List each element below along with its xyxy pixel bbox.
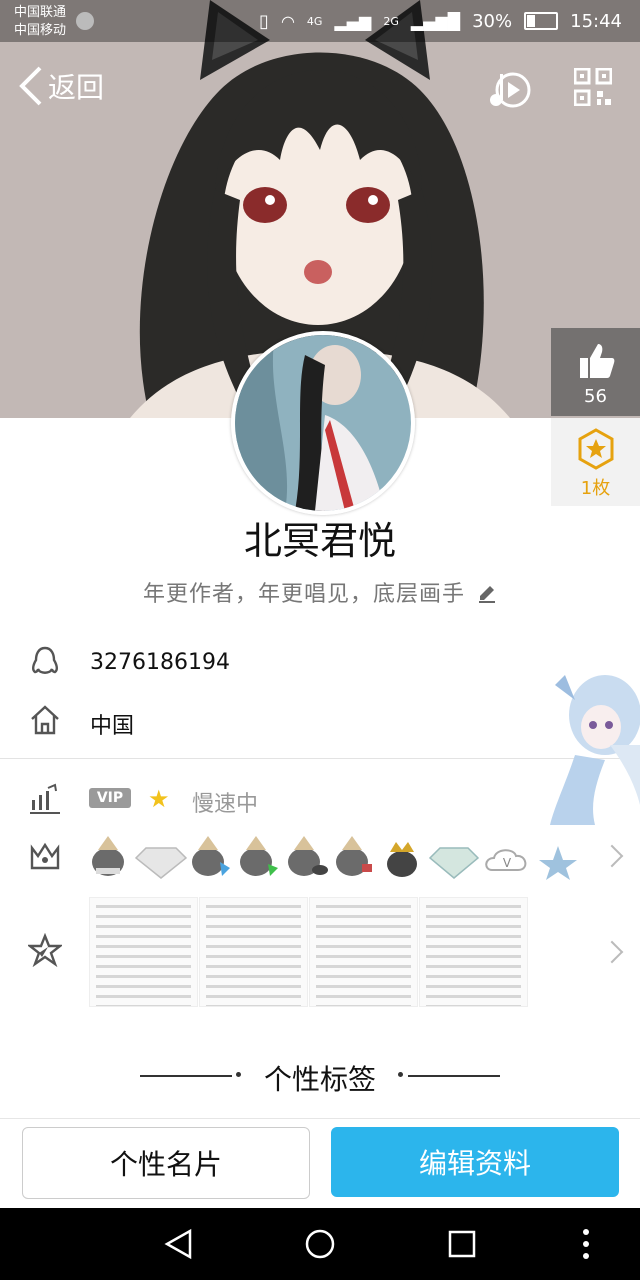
vibrate-icon: ▯ bbox=[259, 10, 269, 32]
signature[interactable]: 年更作者，年更唱见，底层画手 bbox=[0, 576, 640, 608]
qr-code-button[interactable] bbox=[573, 67, 613, 107]
location: 中国 bbox=[90, 714, 135, 739]
music-play-icon bbox=[490, 72, 531, 108]
nav-recents-icon bbox=[448, 1230, 476, 1258]
decorative-character bbox=[535, 655, 640, 825]
like-count: 56 bbox=[584, 386, 607, 407]
photo-thumbnail-3[interactable] bbox=[309, 897, 418, 1007]
status-right: ▯ ◠ 4G ▂▄▆ 2G ▂▄▆█ 30% 15:44 bbox=[259, 6, 622, 36]
wifi-icon: ◠ bbox=[280, 11, 295, 31]
star-badge-icon bbox=[578, 428, 613, 470]
star-outline-icon bbox=[26, 932, 64, 968]
qr-code-icon bbox=[573, 67, 613, 107]
photo-thumbnail-1[interactable] bbox=[89, 897, 198, 1007]
nickname: 北冥君悦 bbox=[243, 519, 396, 563]
vip-badge[interactable]: VIP bbox=[89, 788, 131, 808]
medal-chevron-icon[interactable] bbox=[600, 844, 624, 868]
photo-chevron-icon[interactable] bbox=[600, 940, 624, 964]
network-4g-label: 4G bbox=[306, 14, 323, 28]
nav-back-icon bbox=[164, 1228, 192, 1260]
clock: 15:44 bbox=[570, 10, 622, 32]
crown-icon bbox=[28, 840, 62, 874]
avatar-image bbox=[235, 335, 411, 511]
thumb-up-icon bbox=[579, 344, 614, 378]
penguin-icon bbox=[28, 645, 62, 679]
status-bar: 中国联通 中国移动 ▯ ◠ 4G ▂▄▆ 2G ▂▄▆█ 30% 15:44 bbox=[0, 0, 640, 42]
medal-wall[interactable]: V bbox=[88, 832, 588, 882]
medal-icons: V bbox=[92, 836, 577, 880]
qq-number: 3276186194 bbox=[90, 650, 230, 675]
profile-card-button[interactable]: 个性名片 bbox=[22, 1127, 310, 1199]
back-label: 返回 bbox=[48, 71, 105, 104]
star-icon: ★ bbox=[148, 785, 170, 813]
home-icon bbox=[28, 703, 62, 737]
battery-percent: 30% bbox=[472, 10, 513, 32]
vip-status: 慢速中 bbox=[192, 792, 259, 817]
battery-icon bbox=[524, 12, 559, 30]
system-nav-icons bbox=[164, 1228, 589, 1260]
badge-count: 1枚 bbox=[580, 478, 611, 499]
top-navigation: 返回 bbox=[0, 42, 640, 134]
level-chart-icon bbox=[28, 782, 62, 816]
like-button[interactable]: 56 bbox=[551, 328, 640, 416]
signal-icon: ▂▄▆ bbox=[334, 11, 372, 31]
network-2g-label: 2G bbox=[383, 14, 399, 28]
svg-text:V: V bbox=[503, 856, 512, 870]
back-arrow-icon bbox=[19, 66, 42, 106]
carrier-1: 中国联通 bbox=[14, 5, 67, 20]
carrier-2: 中国移动 bbox=[14, 23, 67, 38]
badge-button[interactable]: 1枚 bbox=[551, 418, 640, 506]
nav-home-icon bbox=[305, 1229, 335, 1259]
avatar[interactable] bbox=[231, 331, 415, 515]
music-button[interactable] bbox=[487, 66, 533, 112]
back-button[interactable]: 返回 bbox=[18, 64, 104, 108]
system-navigation-bar bbox=[0, 1208, 640, 1280]
edit-profile-button[interactable]: 编辑资料 bbox=[331, 1127, 619, 1197]
section-title-tags: 个性标签 bbox=[263, 1063, 376, 1096]
signal-icon-2: ▂▄▆█ bbox=[410, 11, 461, 31]
shield-icon bbox=[76, 12, 94, 30]
signature-text: 年更作者，年更唱见，底层画手 bbox=[142, 582, 465, 607]
edit-pencil-icon bbox=[479, 586, 495, 603]
photo-thumbnail-2[interactable] bbox=[199, 897, 308, 1007]
photo-thumbnail-4[interactable] bbox=[419, 897, 528, 1007]
